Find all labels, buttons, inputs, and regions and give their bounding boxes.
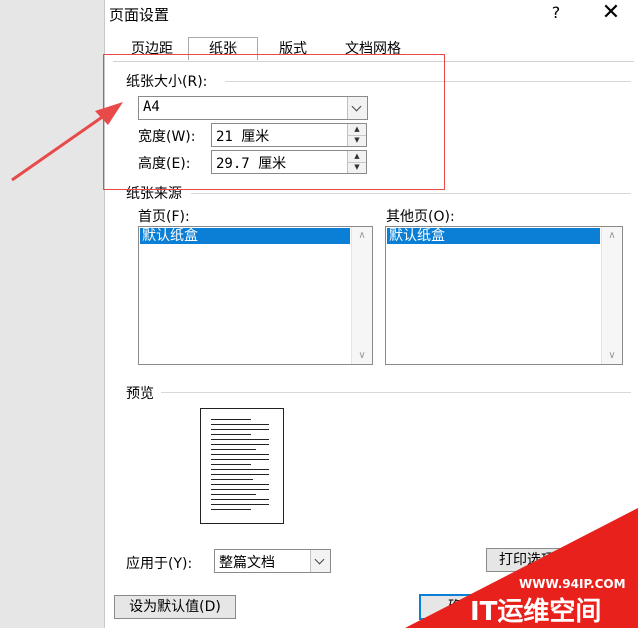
watermark-url: WWW.94IP.COM <box>519 577 626 591</box>
watermark-logo: WWW.94IP.COM IT运维空间 <box>405 508 638 628</box>
watermark-brand: IT运维空间 <box>470 596 601 627</box>
